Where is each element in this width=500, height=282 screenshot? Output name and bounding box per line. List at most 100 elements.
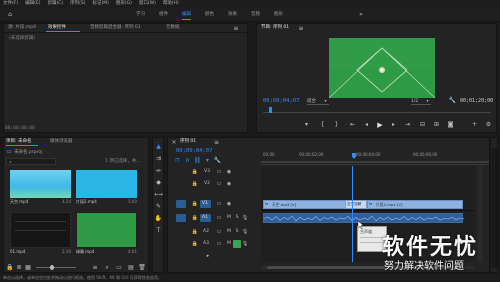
eye-icon[interactable]: ◉ (226, 168, 232, 176)
zoom-slider-thumb[interactable] (50, 265, 54, 270)
razor-icon[interactable]: ◆ (154, 178, 163, 187)
microphone-icon[interactable]: 🎙 (242, 228, 248, 236)
master-volume-icon[interactable]: ▸ (204, 252, 212, 260)
more-workspaces-icon[interactable]: » (357, 11, 365, 19)
sync-lock-icon[interactable]: ▭ (216, 200, 222, 208)
workspace-tab[interactable]: 图形 (274, 10, 283, 20)
icon-view-icon[interactable]: ▦ (25, 264, 31, 271)
track-label[interactable]: A2 (203, 229, 209, 234)
video-clip[interactable]: fx 天空.mp4 [V] (263, 200, 349, 209)
slip-tool-icon[interactable]: ⟷ (154, 190, 163, 199)
sync-lock-icon[interactable]: ▭ (216, 228, 222, 236)
camera-icon[interactable]: ◙ (447, 121, 454, 129)
mute-icon[interactable]: M (226, 240, 232, 248)
tab-media-browser[interactable]: 媒体浏览器 (50, 138, 73, 146)
ripple-edit-icon[interactable]: ⟛ (154, 166, 163, 175)
new-item-icon[interactable]: ▤ (128, 264, 134, 271)
add-marker-icon[interactable]: ▾ (204, 157, 211, 165)
workspace-tab[interactable]: 编辑 (182, 10, 191, 20)
tab-metadata[interactable]: 元数据 (166, 24, 180, 32)
sync-lock-icon[interactable]: ▭ (216, 214, 222, 222)
workspace-tab[interactable]: 学习 (136, 10, 145, 20)
mute-icon[interactable]: M (226, 228, 232, 236)
track-label[interactable]: V3 (204, 169, 210, 174)
menu-item[interactable]: 剪辑(C) (47, 0, 63, 8)
playhead-line[interactable] (352, 166, 353, 262)
selection-tool-icon[interactable]: ▲ (154, 142, 163, 151)
hand-icon[interactable]: ✋ (154, 214, 163, 223)
wrench-icon[interactable]: 🔧 (449, 97, 456, 105)
wrench-icon[interactable]: 🔧 (214, 157, 221, 165)
program-timecode[interactable]: 00;00;04;07 (263, 98, 299, 104)
lock-icon[interactable]: 🔒 (192, 228, 198, 236)
linked-selection-icon[interactable]: ⛓ (194, 157, 202, 165)
clip-thumbnail[interactable]: 天空.mp4 4;24 (10, 170, 71, 208)
new-bin-icon[interactable]: ▭ (116, 264, 122, 271)
resolution-dropdown[interactable]: 1/2 ▾ (411, 98, 431, 105)
menu-item[interactable]: 序列(S) (70, 0, 85, 8)
eye-icon[interactable]: ◉ (226, 200, 232, 208)
lift-icon[interactable]: ⊟ (419, 121, 426, 129)
go-to-out-icon[interactable]: ⇥ (404, 121, 411, 129)
playhead-head[interactable] (352, 153, 356, 159)
panel-menu-icon[interactable]: ≡ (213, 139, 220, 146)
panel-menu-icon[interactable]: ≡ (232, 25, 240, 32)
sync-lock-icon[interactable]: ▭ (216, 240, 222, 248)
snap-icon[interactable]: ∩ (184, 157, 191, 165)
track-target-v1[interactable]: V1 (200, 200, 211, 208)
lock-icon[interactable]: 🔒 (192, 214, 198, 222)
mute-icon[interactable]: M (226, 214, 232, 222)
mark-in-bracket-icon[interactable]: { (319, 121, 326, 129)
workspace-tab[interactable]: 颜色 (205, 10, 214, 20)
track-label[interactable]: V2 (204, 181, 210, 186)
nest-icon[interactable]: ⊓ (174, 157, 181, 165)
track-label[interactable]: A3 (203, 241, 209, 246)
solo-button-active[interactable] (233, 240, 241, 248)
lock-icon[interactable]: 🔒 (6, 264, 13, 271)
eye-icon[interactable]: ◉ (226, 180, 232, 188)
step-back-icon[interactable]: ◂ (363, 121, 370, 129)
mark-out-bracket-icon[interactable]: } (333, 121, 340, 129)
video-clip[interactable]: fx 片段2.mp4 [V] (367, 200, 463, 209)
menu-item[interactable]: 图形(G) (116, 0, 132, 8)
workspace-tab[interactable]: 音频 (251, 10, 260, 20)
lock-icon[interactable]: 🔒 (192, 168, 198, 176)
menu-item[interactable]: 标记(M) (93, 0, 109, 8)
menu-item[interactable]: 窗口(W) (139, 0, 156, 8)
sync-lock-icon[interactable]: ▭ (216, 180, 222, 188)
step-forward-icon[interactable]: ▸ (390, 121, 397, 129)
search-icon[interactable]: ⌕ (104, 264, 110, 271)
search-field[interactable]: ⌕ (6, 158, 56, 165)
zoom-slider[interactable] (36, 265, 76, 270)
clip-thumbnail[interactable]: 片段2.mp4 5;00 (76, 170, 137, 208)
clip-thumbnail[interactable]: 01.mp4 2;10 (10, 212, 71, 260)
trash-icon[interactable]: 🗑 (138, 264, 146, 271)
settings-icon[interactable]: ⚙ (485, 121, 492, 129)
microphone-icon[interactable]: 🎙 (242, 240, 248, 248)
tab-program[interactable]: 节目: 序列 01 (261, 24, 289, 32)
microphone-icon[interactable]: 🎙 (242, 214, 248, 222)
track-select-icon[interactable]: ⇉ (154, 154, 163, 163)
program-mini-ruler[interactable] (263, 107, 491, 113)
close-icon[interactable]: × (171, 139, 177, 146)
pen-icon[interactable]: ✎ (154, 202, 163, 211)
workspace-tab[interactable]: 效果 (228, 10, 237, 20)
play-icon[interactable]: ▶ (376, 121, 384, 129)
workspace-tab[interactable]: 组件 (159, 10, 168, 20)
clip-thumbnail[interactable]: 绿幕.mp4 4;01 (76, 212, 137, 260)
menu-item[interactable]: 文件(F) (3, 0, 18, 8)
tab-source[interactable]: 源: 片段.mp4 (8, 24, 36, 32)
lock-icon[interactable]: 🔒 (192, 200, 198, 208)
timeline-ruler[interactable]: 00;00 00;00;02;00 00;00;04;00 00;00;06;0… (261, 151, 489, 165)
work-area-bar[interactable] (261, 161, 489, 163)
extract-icon[interactable]: ⊞ (433, 121, 440, 129)
add-button-icon[interactable]: + (471, 121, 478, 129)
sync-lock-icon[interactable]: ▭ (216, 168, 222, 176)
lock-icon[interactable]: 🔒 (192, 240, 198, 248)
sort-icon[interactable]: ≡ (92, 264, 98, 271)
timeline-timecode[interactable]: 00;00;04;07 (176, 148, 212, 154)
solo-icon[interactable]: S (234, 228, 240, 236)
list-view-icon[interactable]: ≣ (16, 264, 22, 271)
solo-icon[interactable]: S (234, 214, 240, 222)
tab-sequence[interactable]: 序列 01 (180, 138, 196, 146)
